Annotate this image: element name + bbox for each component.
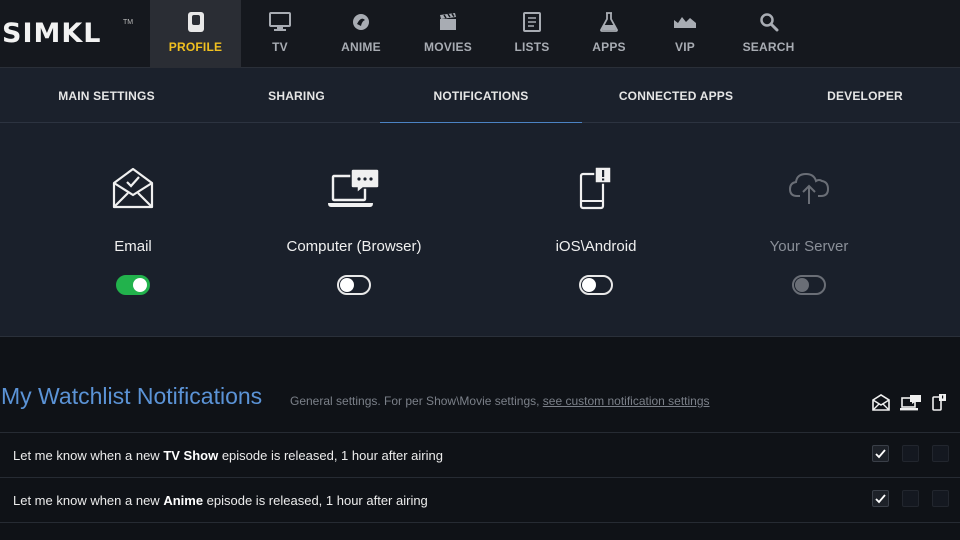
toggle-knob xyxy=(795,278,809,292)
nav-item-movies[interactable]: MOVIES xyxy=(403,0,493,68)
lists-icon xyxy=(523,10,541,34)
channel-label: Email xyxy=(114,238,152,255)
tab-label: MAIN SETTINGS xyxy=(58,88,155,103)
checkmark-icon xyxy=(875,449,886,459)
channel-computer-browser: Computer (Browser) xyxy=(254,123,454,337)
row-text-post: episode is released, 1 hour after airing xyxy=(218,447,443,463)
browser-toggle[interactable] xyxy=(337,275,371,295)
nav-item-tv[interactable]: TV xyxy=(241,0,319,68)
main-nav: PROFILE TV ANIME MOVIES LISTS APPS VIP S… xyxy=(150,0,814,68)
top-navbar: SIMKL TM PROFILE TV ANIME MOVIES LISTS A… xyxy=(0,0,960,68)
tab-label: SHARING xyxy=(268,88,325,103)
simkl-logo[interactable]: SIMKL TM xyxy=(2,18,142,50)
email-toggle[interactable] xyxy=(116,275,150,295)
toggle-knob xyxy=(340,278,354,292)
nav-item-anime[interactable]: ANIME xyxy=(319,0,403,68)
profile-icon xyxy=(187,10,205,34)
tab-label: DEVELOPER xyxy=(827,88,903,103)
checkmark-icon xyxy=(875,494,886,504)
nav-label: MOVIES xyxy=(424,40,472,54)
email-checkbox[interactable] xyxy=(872,445,889,462)
channel-label: iOS\Android xyxy=(555,238,637,255)
section-description: General settings. For per Show\Movie set… xyxy=(290,394,710,408)
vip-icon xyxy=(673,10,697,34)
row-text-bold: TV Show xyxy=(163,447,219,463)
tab-label: NOTIFICATIONS xyxy=(433,88,529,103)
mobile-checkbox[interactable] xyxy=(932,445,949,462)
nav-label: LISTS xyxy=(514,40,550,54)
email-checkbox[interactable] xyxy=(872,490,889,507)
tab-developer[interactable]: DEVELOPER xyxy=(770,68,960,123)
channel-label: Your Server xyxy=(769,238,849,255)
row-text-bold: Anime xyxy=(163,492,204,508)
channel-ios-android: iOS\Android xyxy=(496,123,696,337)
browser-column-icon xyxy=(900,394,922,416)
watchlist-notifications: My Watchlist Notifications General setti… xyxy=(0,338,960,540)
nav-label: APPS xyxy=(592,40,626,54)
description-text: General settings. For per Show\Movie set… xyxy=(290,394,543,408)
browser-checkbox[interactable] xyxy=(902,445,919,462)
nav-item-vip[interactable]: VIP xyxy=(647,0,723,68)
server-toggle[interactable] xyxy=(792,275,826,295)
channel-your-server: Your Server xyxy=(709,123,909,337)
row-text-pre: Let me know when a new xyxy=(13,447,164,463)
nav-item-lists[interactable]: LISTS xyxy=(493,0,571,68)
nav-label: VIP xyxy=(675,40,695,54)
email-icon xyxy=(112,163,154,213)
row-text-post: episode is released, 1 hour after airing xyxy=(203,492,428,508)
tab-notifications[interactable]: NOTIFICATIONS xyxy=(380,68,582,124)
nav-label: TV xyxy=(272,40,288,54)
logo-text: SIMKL xyxy=(2,18,102,49)
tab-main-settings[interactable]: MAIN SETTINGS xyxy=(0,68,213,123)
tv-icon xyxy=(269,10,291,34)
nav-label: ANIME xyxy=(341,40,381,54)
row-text: Let me know when a new TV Show episode i… xyxy=(13,448,443,463)
nav-item-apps[interactable]: APPS xyxy=(571,0,647,68)
tab-sharing[interactable]: SHARING xyxy=(213,68,380,123)
notification-row xyxy=(0,522,960,540)
mobile-icon xyxy=(579,163,613,213)
anime-icon xyxy=(351,10,371,34)
tab-label: CONNECTED APPS xyxy=(618,88,734,103)
settings-tabs: MAIN SETTINGS SHARING NOTIFICATIONS CONN… xyxy=(0,68,960,124)
custom-notification-settings-link[interactable]: see custom notification settings xyxy=(543,394,710,408)
movies-icon xyxy=(438,10,458,34)
toggle-knob xyxy=(133,278,147,292)
mobile-checkbox[interactable] xyxy=(932,490,949,507)
nav-label: SEARCH xyxy=(742,40,795,54)
search-icon xyxy=(759,10,779,34)
channel-email: Email xyxy=(33,123,233,337)
computer-browser-icon xyxy=(327,163,381,213)
row-text-pre: Let me know when a new xyxy=(13,492,164,508)
notification-channels: Email Computer (Browser) iOS\Android You… xyxy=(0,123,960,337)
column-header-icons xyxy=(872,394,946,416)
email-column-icon xyxy=(872,394,890,416)
apps-icon xyxy=(600,10,618,34)
notification-row: Let me know when a new Anime episode is … xyxy=(0,477,960,522)
tab-connected-apps[interactable]: CONNECTED APPS xyxy=(582,68,770,123)
mobile-column-icon xyxy=(932,394,946,416)
channel-label: Computer (Browser) xyxy=(286,238,422,255)
notification-row: Let me know when a new TV Show episode i… xyxy=(0,432,960,477)
mobile-toggle[interactable] xyxy=(579,275,613,295)
toggle-knob xyxy=(582,278,596,292)
section-title: My Watchlist Notifications xyxy=(1,383,263,409)
nav-item-profile[interactable]: PROFILE xyxy=(150,0,241,68)
cloud-upload-icon xyxy=(788,163,830,213)
logo-trademark: TM xyxy=(123,19,134,26)
nav-item-search[interactable]: SEARCH xyxy=(723,0,814,68)
row-text: Let me know when a new Anime episode is … xyxy=(13,493,428,508)
nav-label: PROFILE xyxy=(168,40,223,54)
browser-checkbox[interactable] xyxy=(902,490,919,507)
